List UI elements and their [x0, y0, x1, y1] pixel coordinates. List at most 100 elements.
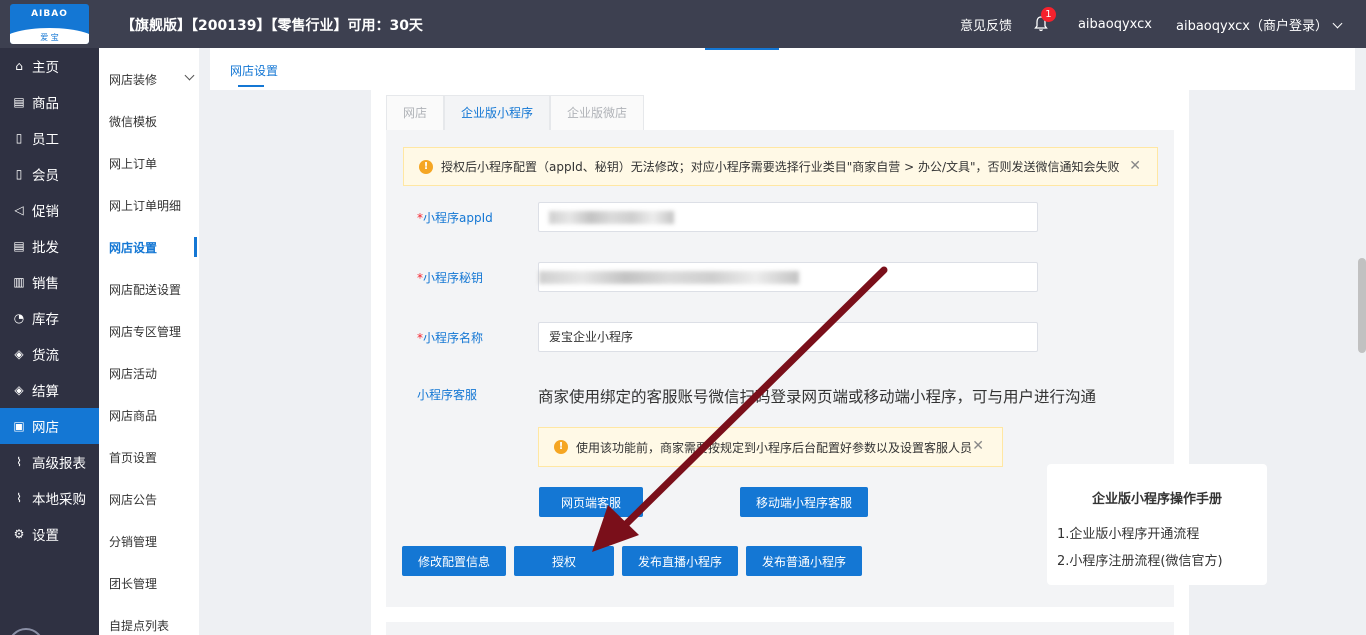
gear-icon: ⚙	[13, 527, 25, 541]
publish-normal-button[interactable]: 发布普通小程序	[746, 546, 862, 576]
subnav-item-7[interactable]: 网店活动	[99, 352, 199, 394]
nav-item-8[interactable]: ◈ 货流	[0, 336, 99, 372]
subnav-item-label: 网店公告	[109, 492, 158, 507]
nav-item-9[interactable]: ◈ 结算	[0, 372, 99, 408]
subnav-item-3[interactable]: 网上订单明细	[99, 184, 199, 226]
nav-item-6[interactable]: ▥ 销售	[0, 264, 99, 300]
mobile-cs-button[interactable]: 移动端小程序客服	[740, 487, 868, 517]
promo-icon: ◁	[14, 203, 24, 217]
sales-icon: ▥	[13, 275, 25, 289]
tab-shop-settings[interactable]: 网店设置	[230, 62, 278, 87]
nav-item-10[interactable]: ▣ 网店	[0, 408, 99, 444]
subnav-item-13[interactable]: 自提点列表	[99, 604, 199, 635]
name-input[interactable]: 爱宝企业小程序	[538, 322, 1038, 352]
notification-badge: 1	[1040, 7, 1056, 22]
nav-item-11[interactable]: ⌇ 高级报表	[0, 444, 99, 480]
subnav-item-6[interactable]: 网店专区管理	[99, 310, 199, 352]
subnav-item-10[interactable]: 网店公告	[99, 478, 199, 520]
nav-item-2[interactable]: ▯ 员工	[0, 120, 99, 156]
warning-icon: !	[554, 440, 568, 454]
logo-text: AIBAO	[31, 9, 68, 19]
chevron-down-icon	[1332, 18, 1343, 28]
cs-notice-text: 使用该功能前，商家需要按规定到小程序后台配置好参数以及设置客服人员	[576, 440, 973, 455]
nav-item-13[interactable]: ⚙ 设置	[0, 516, 99, 552]
nav-item-7[interactable]: ◔ 库存	[0, 300, 99, 336]
nav-item-3[interactable]: ▯ 会员	[0, 156, 99, 192]
tab-enterprise-miniprogram[interactable]: 企业版小程序	[444, 95, 551, 130]
home-icon: ⌂	[15, 59, 23, 73]
nav-item-4[interactable]: ◁ 促销	[0, 192, 99, 228]
subnav-item-label: 自提点列表	[109, 618, 170, 633]
nav-item-5[interactable]: ▤ 批发	[0, 228, 99, 264]
nav-item-0[interactable]: ⌂ 主页	[0, 48, 99, 84]
subnav-item-1[interactable]: 微信模板	[99, 100, 199, 142]
subnav-item-label: 团长管理	[109, 576, 158, 591]
nav-item-label: 库存	[32, 312, 59, 328]
subnav-item-label: 网店商品	[109, 408, 158, 423]
close-icon[interactable]: ✕	[972, 438, 984, 454]
modify-config-button[interactable]: 修改配置信息	[402, 546, 506, 576]
name-label: *小程序名称	[417, 331, 484, 345]
nav-item-label: 高级报表	[32, 456, 86, 472]
subnav-item-0[interactable]: 网店装修	[99, 58, 199, 100]
subnav-item-12[interactable]: 团长管理	[99, 562, 199, 604]
manual-panel: 企业版小程序操作手册 1.企业版小程序开通流程 2.小程序注册流程(微信官方)	[1047, 464, 1267, 585]
main-nav: ⌂ 主页 ▤ 商品 ▯ 员工 ▯ 会员 ◁ 促销 ▤ 批发 ▥ 销售 ◔ 库存 ◈ 货流 ◈ 结算 ▣ 网店 ⌇ 高级报表 ⌇ 本…	[0, 48, 99, 635]
subnav-item-11[interactable]: 分销管理	[99, 520, 199, 562]
purchase-icon: ⌇	[16, 491, 22, 505]
settings-tabs: 网店 企业版小程序 企业版微店	[386, 95, 645, 130]
authorize-button[interactable]: 授权	[514, 546, 614, 576]
subnav-item-2[interactable]: 网上订单	[99, 142, 199, 184]
page-scrollbar[interactable]	[1358, 258, 1366, 353]
subnav-item-9[interactable]: 首页设置	[99, 436, 199, 478]
nav-item-1[interactable]: ▤ 商品	[0, 84, 99, 120]
goods-icon: ▤	[13, 95, 25, 109]
nav-item-12[interactable]: ⌇ 本地采购	[0, 480, 99, 516]
subnav-item-label: 分销管理	[109, 534, 158, 549]
subnav-item-8[interactable]: 网店商品	[99, 394, 199, 436]
secret-input[interactable]	[538, 262, 1038, 292]
nav-item-label: 货流	[32, 348, 59, 364]
sub-nav: 网店装修微信模板网上订单网上订单明细网店设置 网店配送设置 网店专区管理网店活动网店…	[99, 48, 199, 635]
nav-item-label: 本地采购	[32, 492, 86, 508]
chevron-down-icon	[184, 70, 195, 81]
nav-item-label: 主页	[32, 60, 59, 76]
staff-icon: ▯	[15, 131, 23, 145]
manual-link-open[interactable]: 1.企业版小程序开通流程	[1057, 523, 1199, 542]
subnav-item-label: 网上订单明细	[109, 198, 182, 213]
web-cs-button[interactable]: 网页端客服	[539, 487, 643, 517]
flow-icon: ◈	[14, 347, 24, 361]
top-bar: AIBAO 爱 宝 【旗舰版】【200139】【零售行业】可用：30天 意见反馈…	[0, 0, 1366, 48]
tab-shop[interactable]: 网店	[386, 95, 445, 130]
report-icon: ⌇	[16, 455, 22, 469]
subnav-item-label: 网店装修	[109, 72, 158, 87]
nav-item-label: 网店	[32, 420, 59, 436]
nav-item-label: 会员	[32, 168, 59, 184]
subnav-item-label: 网店活动	[109, 366, 158, 381]
nav-item-label: 销售	[32, 276, 59, 292]
subnav-item-label: 微信模板	[109, 114, 158, 129]
brand-logo[interactable]: AIBAO 爱 宝	[10, 4, 89, 44]
nav-item-label: 促销	[32, 204, 59, 220]
cs-description: 商家使用绑定的客服账号微信扫码登录网页端或移动端小程序，可与用户进行沟通	[538, 388, 1097, 406]
account-menu[interactable]: aibaoqyxcx（商户登录）	[1176, 15, 1343, 34]
publish-live-button[interactable]: 发布直播小程序	[622, 546, 738, 576]
avatar[interactable]	[8, 628, 44, 635]
appid-input[interactable]	[538, 202, 1038, 232]
feedback-link[interactable]: 意见反馈	[960, 15, 1012, 34]
logo-subtext: 爱 宝	[40, 33, 59, 42]
stock-icon: ◔	[13, 311, 25, 325]
manual-link-register[interactable]: 2.小程序注册流程(微信官方)	[1057, 550, 1223, 569]
subnav-item-4[interactable]: 网店设置	[99, 226, 199, 268]
config-notice: ! 授权后小程序配置（appId、秘钥）无法修改；对应小程序需要选择行业类目"商…	[403, 147, 1158, 186]
appid-label: *小程序appId	[417, 211, 493, 225]
secret-label: *小程序秘钥	[417, 271, 484, 285]
subnav-item-5[interactable]: 网店配送设置	[99, 268, 199, 310]
user-name[interactable]: aibaoqyxcx	[1078, 17, 1152, 32]
notification-bell[interactable]: 1	[1034, 7, 1056, 32]
page-tab-bar: 网店设置	[210, 48, 1355, 90]
tab-enterprise-microshop[interactable]: 企业版微店	[550, 95, 645, 130]
close-icon[interactable]: ✕	[1129, 158, 1141, 174]
shop-icon: ▣	[13, 419, 25, 433]
cs-notice: ! 使用该功能前，商家需要按规定到小程序后台配置好参数以及设置客服人员 ✕	[538, 427, 1003, 467]
